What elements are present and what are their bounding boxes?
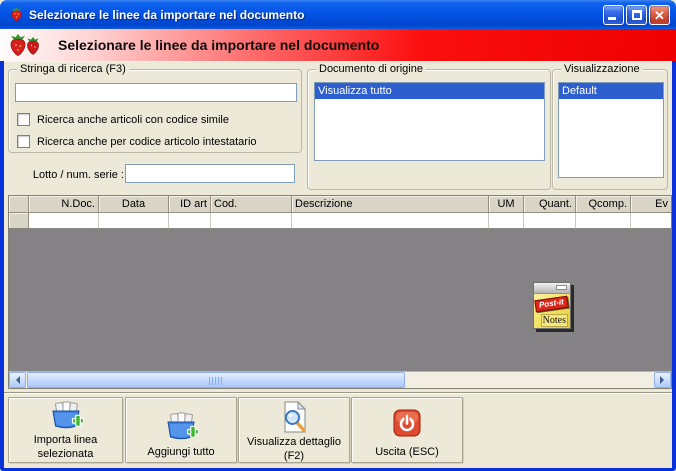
search-group-title: Stringa di ricerca (F3) (17, 63, 129, 75)
grid-cell[interactable] (292, 213, 489, 229)
grid-header-idart[interactable]: ID art (169, 196, 211, 213)
scroll-right-button[interactable] (654, 372, 671, 388)
grid-cell[interactable] (576, 213, 631, 229)
page-title: Selezionare le linee da importare nel do… (58, 37, 380, 53)
similar-code-checkbox-label: Ricerca anche articoli con codice simile (37, 113, 229, 126)
scroll-left-icon (12, 376, 20, 384)
grid-cell[interactable] (29, 213, 99, 229)
header-band: Selezionare le linee da importare nel do… (0, 29, 676, 61)
strawberry-app-icon (11, 7, 22, 22)
import-selected-line-button[interactable]: Importa linea selezionata (8, 397, 123, 463)
origin-listbox[interactable]: Visualizza tutto (314, 82, 545, 161)
window-title: Selezionare le linee da importare nel do… (29, 7, 305, 22)
horizontal-scrollbar[interactable] (9, 371, 671, 388)
lines-grid: N.Doc. Data ID art Cod. Descrizione UM Q… (8, 195, 672, 389)
grid-cell[interactable] (631, 213, 671, 229)
client-area: Stringa di ricerca (F3) Ricerca anche ar… (4, 61, 672, 468)
bottom-toolbar: Importa linea selezionata Aggiungi tutto… (4, 392, 672, 468)
power-exit-icon (393, 409, 421, 437)
scrollbar-thumb[interactable] (27, 372, 405, 388)
grid-header-um[interactable]: UM (489, 196, 524, 213)
close-button[interactable]: ✕ (649, 4, 670, 25)
grid-cell[interactable] (169, 213, 211, 229)
grid-cell[interactable] (489, 213, 524, 229)
grid-header-data[interactable]: Data (99, 196, 169, 213)
add-all-label: Aggiungi tutto (147, 446, 215, 458)
grid-header-selector[interactable] (9, 196, 29, 213)
document-magnifier-icon (284, 401, 307, 433)
grid-header-qcomp[interactable]: Qcomp. (576, 196, 631, 213)
grid-cell[interactable] (9, 213, 29, 229)
view-listbox[interactable]: Default (558, 82, 664, 178)
postit-notes-label: Notes (540, 314, 568, 327)
scrollbar-track[interactable] (26, 372, 654, 388)
view-group: Visualizzazione Default (552, 63, 668, 190)
grid-header-ndoc[interactable]: N.Doc. (29, 196, 99, 213)
box-add-icon (167, 412, 199, 440)
grid-cell[interactable] (211, 213, 292, 229)
search-input[interactable] (15, 83, 297, 102)
view-list-item-selected[interactable]: Default (559, 83, 663, 99)
header-article-checkbox-row: Ricerca anche per codice articolo intest… (17, 135, 257, 148)
strawberries-icon (10, 34, 39, 56)
scrollbar-grip-icon (209, 377, 223, 385)
origin-list-item-selected[interactable]: Visualizza tutto (315, 83, 544, 99)
app-window: Selezionare le linee da importare nel do… (0, 0, 676, 471)
box-add-icon (51, 401, 84, 429)
grid-header-ev[interactable]: Ev (631, 196, 671, 213)
grid-header-quant[interactable]: Quant. (524, 196, 576, 213)
view-detail-button[interactable]: Visualizza dettaglio (F2) (238, 397, 350, 463)
view-detail-label: Visualizza dettaglio (F2) (247, 436, 341, 462)
grid-header-row: N.Doc. Data ID art Cod. Descrizione UM Q… (9, 196, 671, 213)
scroll-right-icon (660, 376, 668, 384)
lotto-label: Lotto / num. serie : (32, 169, 124, 181)
minimize-button[interactable] (603, 4, 624, 25)
header-article-checkbox[interactable] (17, 135, 30, 148)
scroll-left-button[interactable] (9, 372, 26, 388)
origin-group-title: Documento di origine (316, 63, 426, 75)
exit-button[interactable]: Uscita (ESC) (351, 397, 463, 463)
grid-cell[interactable] (99, 213, 169, 229)
grid-empty-area: Post-it Notes (9, 229, 671, 371)
lotto-input[interactable] (125, 164, 295, 183)
grid-cell[interactable] (524, 213, 576, 229)
grid-header-descrizione[interactable]: Descrizione (292, 196, 489, 213)
postit-banner-label: Post-it (534, 295, 569, 313)
similar-code-checkbox[interactable] (17, 113, 30, 126)
view-group-title: Visualizzazione (561, 63, 643, 75)
maximize-icon (632, 9, 642, 20)
minimize-icon (608, 16, 616, 20)
search-group: Stringa di ricerca (F3) Ricerca anche ar… (8, 63, 302, 153)
close-icon: ✕ (654, 7, 665, 23)
postit-notes-icon: Post-it Notes (533, 282, 571, 329)
header-article-checkbox-label: Ricerca anche per codice articolo intest… (37, 135, 257, 148)
exit-label: Uscita (ESC) (375, 446, 439, 458)
origin-group: Documento di origine Visualizza tutto (307, 63, 551, 190)
add-all-button[interactable]: Aggiungi tutto (125, 397, 237, 463)
maximize-button[interactable] (626, 4, 647, 25)
import-selected-line-label: Importa linea selezionata (33, 434, 98, 460)
similar-code-checkbox-row: Ricerca anche articoli con codice simile (17, 113, 229, 126)
grid-empty-row[interactable] (9, 213, 671, 229)
grid-header-cod[interactable]: Cod. (211, 196, 292, 213)
titlebar[interactable]: Selezionare le linee da importare nel do… (0, 0, 676, 29)
